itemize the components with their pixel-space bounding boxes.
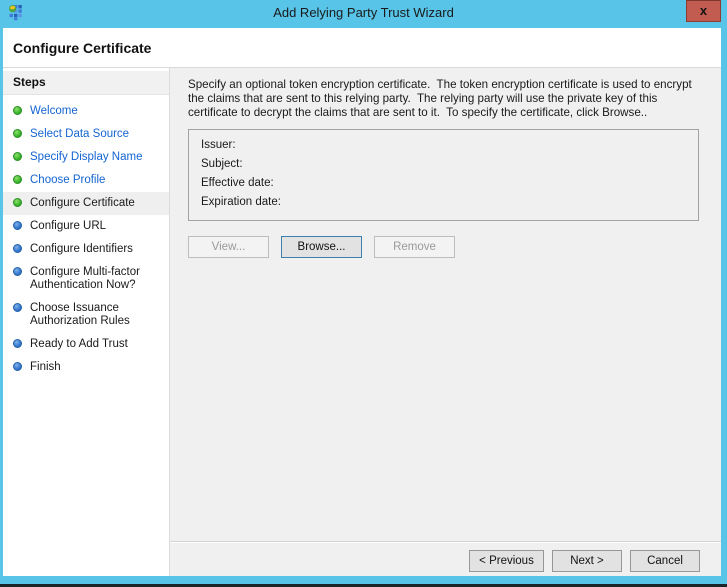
- step-item-choose-issuance-rules: Choose Issuance Authorization Rules: [3, 297, 169, 333]
- step-item-configure-url: Configure URL: [3, 215, 169, 238]
- step-complete-icon: [13, 129, 22, 138]
- right-panel: Specify an optional token encryption cer…: [170, 68, 721, 576]
- step-item-ready-to-add-trust: Ready to Add Trust: [3, 333, 169, 356]
- next-button[interactable]: Next >: [552, 550, 622, 572]
- page-header: Configure Certificate: [3, 28, 721, 68]
- certificate-subject-label: Subject:: [201, 158, 243, 170]
- instruction-text: Specify an optional token encryption cer…: [188, 78, 695, 119]
- view-button: View...: [188, 236, 269, 258]
- step-pending-icon: [13, 362, 22, 371]
- step-current-icon: [13, 198, 22, 207]
- step-pending-icon: [13, 221, 22, 230]
- content-row: Steps Welcome Select Data Source Specify…: [3, 68, 721, 576]
- footer-bar: < Previous Next > Cancel: [170, 541, 721, 576]
- wizard-dialog: Configure Certificate Steps Welcome Sele…: [3, 28, 721, 576]
- step-pending-icon: [13, 303, 22, 312]
- step-complete-icon: [13, 152, 22, 161]
- step-item-configure-certificate[interactable]: Configure Certificate: [3, 192, 169, 215]
- titlebar: Add Relying Party Trust Wizard x: [0, 0, 727, 28]
- page-title: Configure Certificate: [13, 39, 152, 56]
- step-pending-icon: [13, 339, 22, 348]
- step-item-configure-multifactor: Configure Multi-factor Authentication No…: [3, 261, 169, 297]
- wizard-window: Add Relying Party Trust Wizard x Configu…: [0, 0, 727, 587]
- step-complete-icon: [13, 175, 22, 184]
- certificate-button-row: View... Browse... Remove: [188, 236, 701, 258]
- browse-button[interactable]: Browse...: [281, 236, 362, 258]
- step-pending-icon: [13, 267, 22, 276]
- certificate-expiration-date-label: Expiration date:: [201, 196, 281, 208]
- certificate-info-box: Issuer: Subject: Effective date: Expirat…: [188, 129, 699, 221]
- steps-sidebar: Steps Welcome Select Data Source Specify…: [3, 68, 170, 576]
- remove-button: Remove: [374, 236, 455, 258]
- main-content: Specify an optional token encryption cer…: [170, 68, 721, 541]
- certificate-issuer-label: Issuer:: [201, 139, 236, 151]
- certificate-effective-date-label: Effective date:: [201, 177, 274, 189]
- step-item-welcome[interactable]: Welcome: [3, 100, 169, 123]
- previous-button[interactable]: < Previous: [469, 550, 544, 572]
- step-item-choose-profile[interactable]: Choose Profile: [3, 169, 169, 192]
- close-button[interactable]: x: [686, 0, 721, 22]
- steps-list: Welcome Select Data Source Specify Displ…: [3, 95, 169, 379]
- step-item-finish: Finish: [3, 356, 169, 379]
- window-title: Add Relying Party Trust Wizard: [273, 5, 454, 20]
- step-item-select-data-source[interactable]: Select Data Source: [3, 123, 169, 146]
- steps-header: Steps: [3, 71, 169, 95]
- step-pending-icon: [13, 244, 22, 253]
- cancel-button[interactable]: Cancel: [630, 550, 700, 572]
- step-item-configure-identifiers: Configure Identifiers: [3, 238, 169, 261]
- step-item-specify-display-name[interactable]: Specify Display Name: [3, 146, 169, 169]
- step-complete-icon: [13, 106, 22, 115]
